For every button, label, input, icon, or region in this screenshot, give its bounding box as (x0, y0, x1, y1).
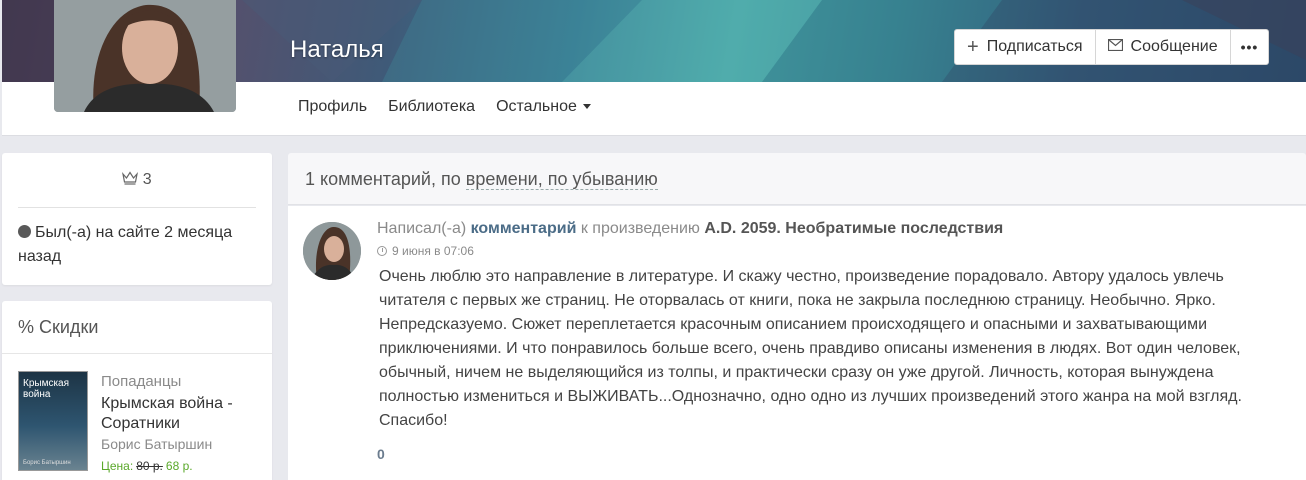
comment-text: Очень люблю это направление в литературе… (379, 268, 1242, 429)
comment-count: 1 комментарий, по (305, 169, 461, 189)
book-cover[interactable]: Крымская война Борис Батыршин (18, 371, 88, 471)
book-author[interactable]: Борис Батыршин (101, 436, 212, 452)
tab-library[interactable]: Библиотека (388, 98, 475, 116)
comment-item: Написал(-а) комментарий к произведению A… (288, 206, 1306, 480)
profile-avatar[interactable] (54, 0, 236, 112)
offline-dot-icon (18, 225, 31, 238)
message-button[interactable]: Сообщение (1096, 30, 1231, 64)
comment-time: 9 июня в 07:06 (377, 244, 474, 258)
comment-rating[interactable]: 0 (377, 446, 385, 462)
discounts-title: % Скидки (18, 317, 99, 337)
user-stats-card: 3 Был(-а) на сайте 2 месяца назад (2, 153, 272, 285)
sort-order-link[interactable]: времени, по убыванию (465, 169, 658, 190)
tab-other[interactable]: Остальное (496, 98, 591, 116)
divider (18, 207, 256, 208)
profile-nav: Профиль Библиотека Остальное (298, 98, 591, 116)
profile-actions: + Подписаться Сообщение ••• (954, 29, 1270, 65)
book-genre[interactable]: Попаданцы (101, 373, 181, 390)
work-title-link[interactable]: A.D. 2059. Необратимые последствия (704, 220, 1003, 237)
discounts-card: % Скидки Крымская война Борис Батыршин П… (2, 301, 272, 480)
comment-link[interactable]: комментарий (471, 220, 577, 237)
profile-name: Наталья (290, 36, 384, 63)
old-price: 80 р. (136, 459, 163, 473)
last-seen-status: Был(-а) на сайте 2 месяца назад (18, 221, 258, 269)
new-price: 68 р. (165, 459, 193, 473)
book-cover-title: Крымская война (23, 378, 70, 400)
last-seen-text: Был(-а) на сайте 2 месяца назад (18, 224, 233, 265)
tab-profile[interactable]: Профиль (298, 98, 367, 116)
commenter-avatar[interactable] (303, 222, 361, 280)
caret-down-icon (582, 104, 591, 110)
plus-icon: + (967, 36, 979, 58)
subscribe-label: Подписаться (986, 38, 1083, 55)
rank-value: 3 (142, 171, 152, 188)
wrote-label: Написал(-а) (377, 220, 467, 237)
comment-time-text: 9 июня в 07:06 (392, 244, 474, 258)
commenter-photo (303, 222, 361, 280)
book-price: Цена: 80 р. 68 р. (101, 459, 193, 473)
comments-header: 1 комментарий, по времени, по убыванию (288, 153, 1306, 205)
avatar-photo (54, 0, 236, 112)
book-cover-author: Борис Батыршин (23, 460, 71, 466)
more-options-button[interactable]: ••• (1231, 30, 1269, 64)
envelope-icon (1107, 38, 1123, 56)
subscribe-button[interactable]: + Подписаться (955, 30, 1096, 64)
price-label: Цена: (101, 459, 134, 473)
comments-sort: 1 комментарий, по времени, по убыванию (305, 169, 658, 190)
book-title[interactable]: Крымская война - Соратники (101, 394, 261, 434)
message-label: Сообщение (1130, 38, 1218, 55)
tab-other-label: Остальное (496, 98, 577, 115)
comment-meta: Написал(-а) комментарий к произведению A… (377, 220, 1003, 238)
divider (2, 353, 272, 354)
rank: 3 (2, 171, 272, 189)
crown-icon (122, 171, 142, 188)
clock-icon (377, 246, 387, 256)
to-work-label: к произведению (580, 220, 700, 237)
